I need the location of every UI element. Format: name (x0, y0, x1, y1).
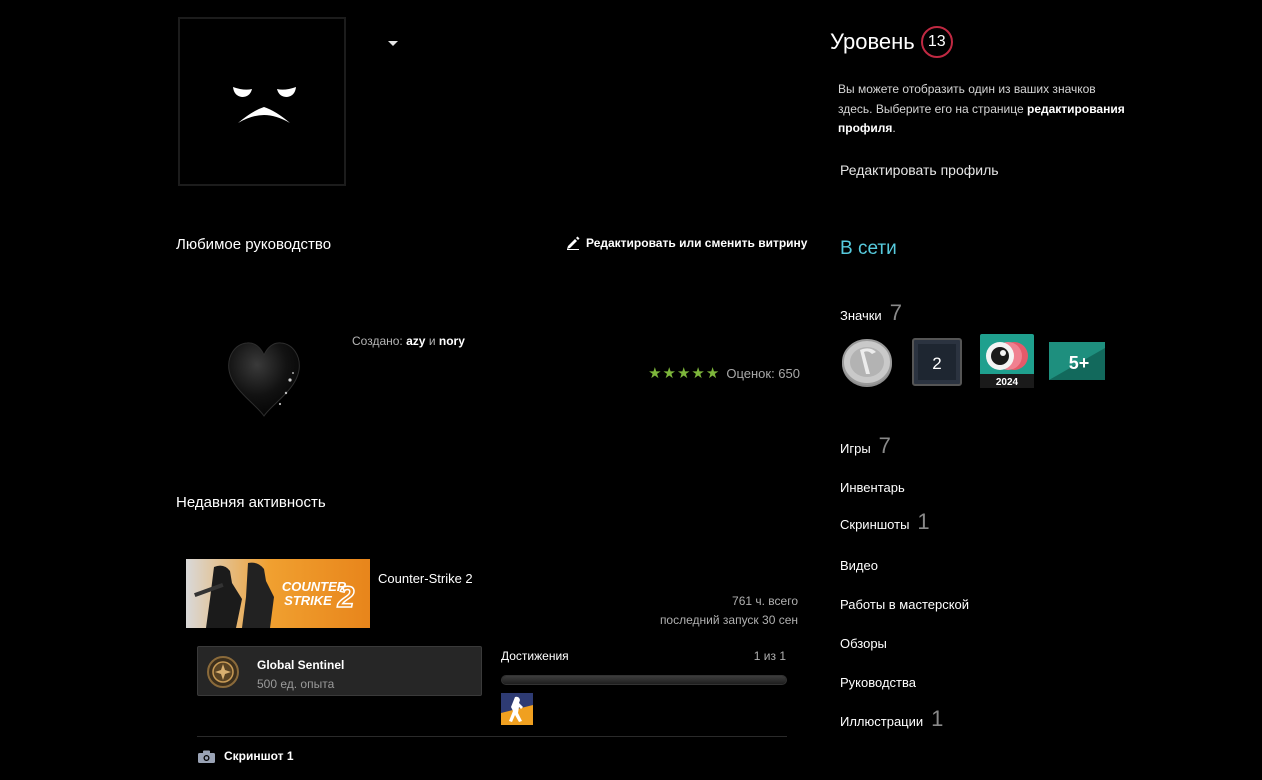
authors-conjunction: и (428, 334, 436, 348)
rating-count: Оценок: 650 (726, 365, 800, 381)
guide-rating: ★★★★★ Оценок: 650 (648, 364, 800, 382)
profile-dropdown-arrow-icon[interactable] (388, 41, 398, 46)
sidebar-link-games[interactable]: Игры 7 (840, 433, 891, 459)
sidebar-link-screenshots[interactable]: Скриншоты 1 (840, 509, 930, 535)
inventory-label: Инвентарь (840, 480, 905, 495)
recent-activity-title: Недавняя активность (176, 494, 326, 511)
sidebar-link-artwork[interactable]: Иллюстрации 1 (840, 706, 943, 732)
badge-hint-end: . (892, 121, 896, 135)
last-played: последний запуск 30 сен (659, 613, 798, 627)
badge-year-text: 2024 (996, 377, 1019, 388)
screenshot-link[interactable]: Скриншот 1 (198, 749, 294, 763)
achievement-cs-icon[interactable] (501, 693, 533, 725)
author-link-azy[interactable]: azy (406, 334, 425, 348)
edit-profile-button[interactable]: Редактировать профиль (840, 162, 999, 178)
badge-coin-icon[interactable] (840, 336, 894, 388)
badge-hint-text: Вы можете отобразить один из ваших значк… (838, 80, 1128, 139)
artwork-label: Иллюстрации (840, 714, 924, 729)
guides-label: Руководства (840, 675, 916, 690)
xp-badge-name: Global Sentinel (257, 658, 345, 672)
hours-total: 761 ч. всего (732, 594, 798, 608)
game-playtime: 761 ч. всего последний запуск 30 сен (660, 592, 798, 630)
games-label: Игры (840, 441, 871, 456)
sidebar-link-badges[interactable]: Значки 7 (840, 300, 902, 326)
created-prefix: Создано: (352, 334, 403, 348)
badge-steam-2024-icon[interactable]: 2024 (980, 334, 1034, 388)
profile-level: Уровень 13 (830, 26, 953, 58)
game-name-link[interactable]: Counter-Strike 2 (378, 571, 473, 586)
screenshot-label: Скриншот 1 (224, 749, 294, 763)
cs2-capsule-art: COUNTER STRIKE 2 (186, 559, 370, 628)
capsule-line2: STRIKE (284, 593, 332, 608)
capsule-number: 2 (337, 581, 355, 614)
videos-label: Видео (840, 558, 878, 573)
artwork-count: 1 (931, 706, 944, 731)
achievements-progress-fill (502, 676, 786, 684)
camera-icon (198, 750, 215, 763)
reviews-label: Обзоры (840, 636, 887, 651)
guide-authors: Создано: azy и nory (352, 334, 465, 348)
edit-showcase-label: Редактировать или сменить витрину (586, 236, 808, 250)
level-label: Уровень (830, 29, 915, 54)
activity-divider (197, 736, 787, 737)
sidebar-link-inventory[interactable]: Инвентарь (840, 480, 905, 495)
screenshots-count: 1 (917, 509, 930, 534)
edit-showcase-button[interactable]: Редактировать или сменить витрину (566, 236, 807, 250)
badge-games-5plus-icon[interactable]: 5+ (1049, 342, 1105, 380)
sidebar-link-guides[interactable]: Руководства (840, 675, 916, 690)
badge-years-icon[interactable]: 2 (912, 338, 962, 386)
achievements-progress-bar (501, 675, 787, 685)
sidebar-link-videos[interactable]: Видео (840, 558, 878, 573)
sidebar-link-reviews[interactable]: Обзоры (840, 636, 887, 651)
achievements-label: Достижения (501, 649, 569, 663)
global-sentinel-icon (207, 656, 239, 688)
avatar-face-icon (233, 87, 296, 123)
badge-games-text: 5+ (1069, 353, 1090, 373)
achievements-count: 1 из 1 (753, 649, 786, 663)
badges-count: 7 (889, 300, 902, 325)
screenshots-label: Скриншоты (840, 517, 910, 532)
badge-years-text: 2 (932, 354, 941, 373)
sidebar-link-workshop[interactable]: Работы в мастерской (840, 597, 969, 612)
game-capsule-image[interactable]: COUNTER STRIKE 2 (186, 559, 370, 628)
showcase-title: Любимое руководство (176, 236, 332, 253)
guide-heart-icon[interactable] (226, 338, 302, 418)
workshop-label: Работы в мастерской (840, 597, 970, 612)
online-status: В сети (840, 238, 897, 259)
level-badge[interactable]: 13 (920, 26, 953, 58)
game-xp-badge[interactable]: Global Sentinel 500 ед. опыта (197, 646, 482, 696)
profile-avatar[interactable] (178, 17, 346, 186)
author-link-nory[interactable]: nory (439, 334, 465, 348)
badges-label: Значки (840, 308, 882, 323)
rating-stars: ★★★★★ (648, 365, 721, 382)
pencil-icon (567, 236, 580, 250)
xp-badge-points: 500 ед. опыта (257, 677, 335, 691)
games-count: 7 (878, 433, 891, 458)
